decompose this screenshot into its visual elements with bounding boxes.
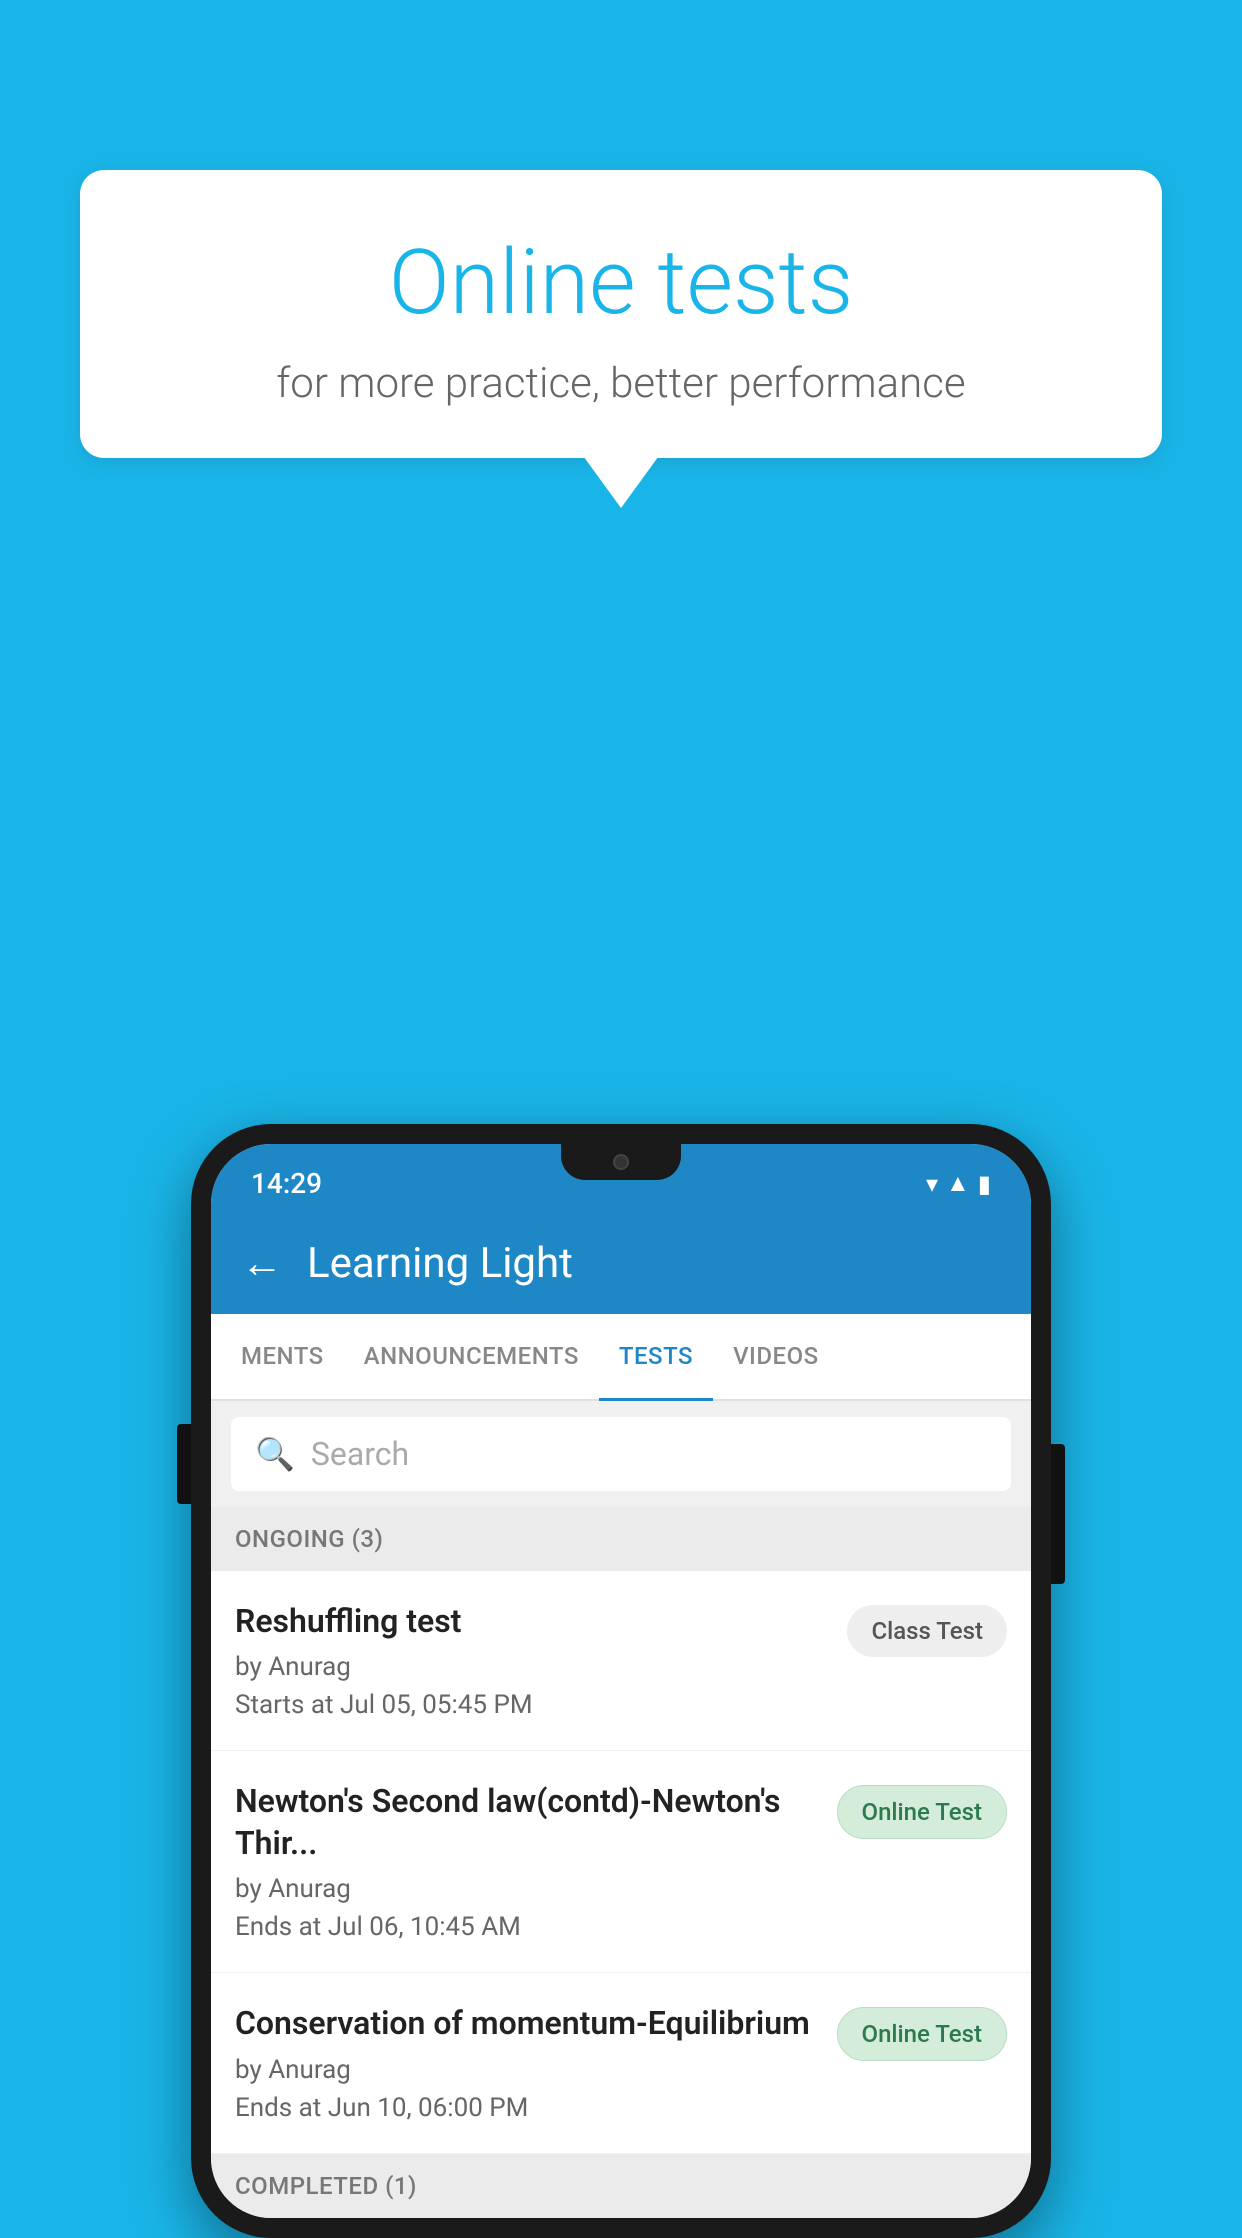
back-button[interactable]: ←: [241, 1239, 283, 1288]
time-label: Ends at: [235, 1912, 321, 1942]
status-icons: ▾ ▲ ▮: [926, 1169, 991, 1198]
app-bar: ← Learning Light: [211, 1214, 1031, 1314]
test-badge: Class Test: [847, 1605, 1007, 1657]
test-name: Reshuffling test: [235, 1601, 827, 1643]
ongoing-title: ONGOING (3): [235, 1525, 383, 1553]
completed-title: COMPLETED (1): [235, 2172, 417, 2200]
tab-ments[interactable]: MENTS: [221, 1314, 344, 1401]
camera-dot: [613, 1154, 629, 1170]
test-time: Ends at Jun 10, 06:00 PM: [235, 2093, 817, 2123]
tab-bar: MENTS ANNOUNCEMENTS TESTS VIDEOS: [211, 1314, 1031, 1401]
test-time: Ends at Jul 06, 10:45 AM: [235, 1912, 817, 1942]
test-item[interactable]: Reshuffling test by Anurag Starts at Jul…: [211, 1571, 1031, 1752]
time-value: Jun 10, 06:00 PM: [328, 2093, 529, 2123]
test-list: Reshuffling test by Anurag Starts at Jul…: [211, 1571, 1031, 2154]
time-value: Jul 06, 10:45 AM: [328, 1912, 521, 1942]
app-title: Learning Light: [307, 1239, 573, 1288]
tab-videos[interactable]: VIDEOS: [713, 1314, 839, 1401]
test-info: Newton's Second law(contd)-Newton's Thir…: [235, 1781, 837, 1942]
signal-icon: ▲: [946, 1169, 970, 1198]
search-bar[interactable]: 🔍 Search: [231, 1417, 1011, 1491]
test-info: Conservation of momentum-Equilibrium by …: [235, 2003, 837, 2123]
tab-tests[interactable]: TESTS: [599, 1314, 713, 1401]
speech-bubble: Online tests for more practice, better p…: [80, 170, 1162, 458]
test-item[interactable]: Newton's Second law(contd)-Newton's Thir…: [211, 1751, 1031, 1973]
phone-outer: 14:29 ▾ ▲ ▮ ← Learning Light MENTS ANNOU…: [191, 1124, 1051, 2238]
test-name: Newton's Second law(contd)-Newton's Thir…: [235, 1781, 817, 1864]
bubble-title: Online tests: [130, 230, 1112, 335]
time-value: Jul 05, 05:45 PM: [340, 1690, 533, 1720]
phone-notch: [561, 1144, 681, 1180]
test-author: by Anurag: [235, 2055, 817, 2085]
test-time: Starts at Jul 05, 05:45 PM: [235, 1690, 827, 1720]
search-container: 🔍 Search: [211, 1401, 1031, 1507]
bubble-subtitle: for more practice, better performance: [130, 359, 1112, 408]
wifi-icon: ▾: [926, 1170, 938, 1198]
phone-mockup: 14:29 ▾ ▲ ▮ ← Learning Light MENTS ANNOU…: [191, 1124, 1051, 2238]
test-badge: Online Test: [837, 2007, 1007, 2061]
phone-screen: 14:29 ▾ ▲ ▮ ← Learning Light MENTS ANNOU…: [211, 1144, 1031, 2218]
tab-announcements[interactable]: ANNOUNCEMENTS: [344, 1314, 599, 1401]
completed-section-header: COMPLETED (1): [211, 2154, 1031, 2218]
test-item[interactable]: Conservation of momentum-Equilibrium by …: [211, 1973, 1031, 2154]
time-label: Starts at: [235, 1690, 334, 1720]
battery-icon: ▮: [978, 1170, 991, 1198]
test-author: by Anurag: [235, 1874, 817, 1904]
test-info: Reshuffling test by Anurag Starts at Jul…: [235, 1601, 847, 1721]
search-icon: 🔍: [255, 1435, 295, 1473]
test-badge: Online Test: [837, 1785, 1007, 1839]
test-author: by Anurag: [235, 1652, 827, 1682]
test-name: Conservation of momentum-Equilibrium: [235, 2003, 817, 2045]
status-time: 14:29: [251, 1167, 322, 1200]
search-input[interactable]: Search: [311, 1435, 409, 1473]
ongoing-section-header: ONGOING (3): [211, 1507, 1031, 1571]
time-label: Ends at: [235, 2093, 321, 2123]
